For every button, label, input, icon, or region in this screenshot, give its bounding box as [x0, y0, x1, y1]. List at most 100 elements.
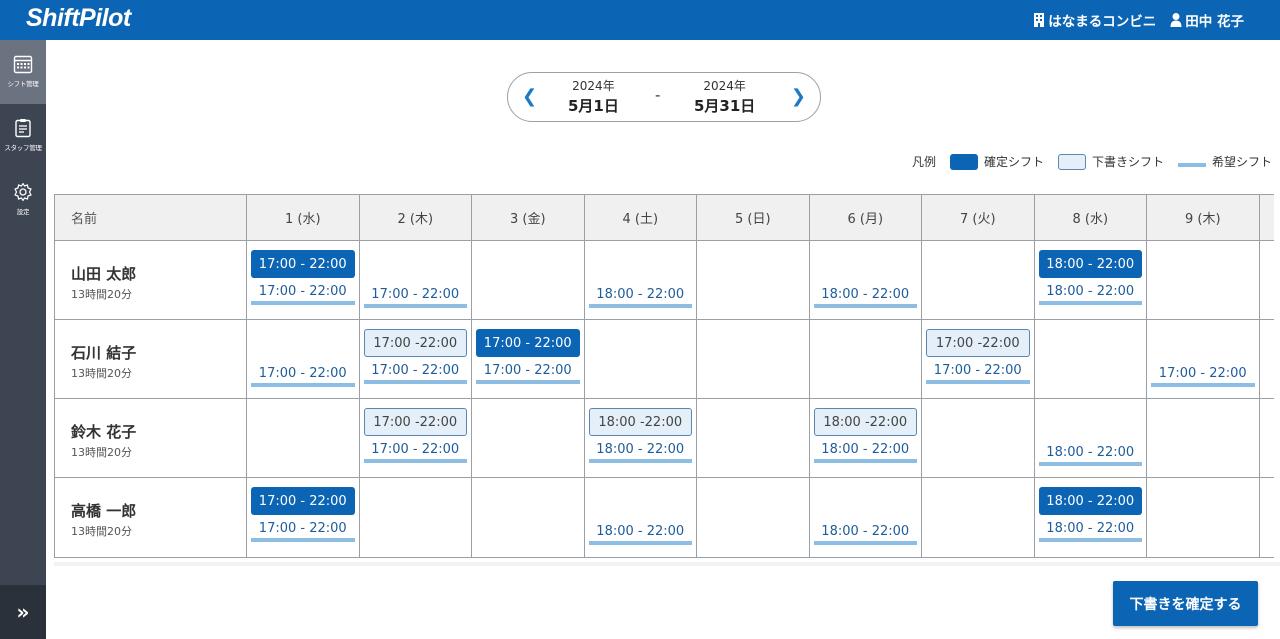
day-column-header: 9 (木): [1147, 195, 1260, 240]
wish-shift[interactable]: 18:00 - 22:00: [813, 284, 917, 308]
wish-shift[interactable]: 18:00 - 22:00: [813, 521, 917, 545]
shift-cell[interactable]: [1035, 320, 1147, 398]
staff-hours: 13時間20分: [71, 446, 132, 459]
shift-cell[interactable]: 17:00 -22:00 17:00 - 22:00: [360, 320, 472, 398]
shift-cell[interactable]: 17:00 -22:00 17:00 - 22:00: [360, 399, 472, 477]
shift-cell[interactable]: [697, 399, 810, 477]
shift-cell[interactable]: 17:00 - 22:00 17:00 - 22:00: [247, 241, 360, 319]
wish-shift[interactable]: 17:00 - 22:00: [476, 360, 580, 384]
shift-cell[interactable]: [472, 478, 585, 557]
wish-shift[interactable]: 17:00 - 22:00: [363, 360, 467, 384]
wish-shift[interactable]: 18:00 - 22:00: [1038, 281, 1142, 305]
confirmed-shift[interactable]: 17:00 - 22:00: [251, 250, 355, 278]
shift-cell[interactable]: [1147, 241, 1260, 319]
legend-draft-swatch: [1057, 153, 1086, 170]
shift-cell[interactable]: 17:00 - 22:00 17:00 - 22:00: [472, 320, 585, 398]
wish-shift[interactable]: 18:00 - 22:00: [1038, 442, 1142, 466]
building-icon: [1034, 13, 1045, 27]
shift-cell[interactable]: [1147, 399, 1260, 477]
header-right: はなまるコンビニ 田中 花子: [1033, 0, 1244, 40]
sidebar-item-label: シフト管理: [7, 80, 39, 88]
shift-cell[interactable]: 18:00 - 22:00: [810, 241, 922, 319]
store-selector[interactable]: はなまるコンビニ: [1033, 10, 1156, 30]
shift-cell[interactable]: 18:00 - 22:00: [1035, 399, 1147, 477]
shift-cell[interactable]: 17:00 - 22:00: [360, 241, 472, 319]
day-column-header: 5 (日): [697, 195, 810, 240]
shift-cell[interactable]: 17:00 - 22:00: [247, 320, 360, 398]
staff-name: 高橋 一郎: [71, 502, 137, 520]
shift-cell[interactable]: [585, 320, 697, 398]
sidebar-expand-button[interactable]: »: [0, 585, 46, 639]
shift-cell[interactable]: 18:00 -22:00 18:00 - 22:00: [585, 399, 697, 477]
confirmed-shift[interactable]: 17:00 - 22:00: [251, 487, 355, 515]
draft-shift[interactable]: 17:00 -22:00: [363, 408, 467, 436]
wish-shift[interactable]: 18:00 - 22:00: [588, 439, 692, 463]
shift-cell[interactable]: 17:00 - 22:00: [1147, 320, 1260, 398]
chevron-left-icon: ❮: [522, 86, 538, 107]
draft-shift[interactable]: 18:00 -22:00: [813, 408, 917, 436]
next-month-button[interactable]: ❯: [791, 86, 806, 107]
shift-cell[interactable]: [1260, 320, 1275, 398]
name-column-header: 名前: [55, 195, 247, 240]
wish-shift[interactable]: 17:00 - 22:00: [251, 363, 355, 387]
wish-shift[interactable]: 18:00 - 22:00: [588, 521, 692, 545]
shift-cell[interactable]: [360, 478, 472, 557]
staff-row: 山田 太郎 13時間20分 17:00 - 22:00 17:00 - 22:00 17…: [55, 241, 1274, 320]
wish-shift[interactable]: 17:00 - 22:00: [251, 518, 355, 542]
wish-shift[interactable]: 17:00 - 22:00: [251, 281, 355, 305]
confirmed-shift[interactable]: 18:00 - 22:00: [1038, 487, 1142, 515]
wish-shift[interactable]: 17:00 - 22:00: [926, 360, 1030, 384]
shift-cell[interactable]: [697, 320, 810, 398]
shift-cell[interactable]: 18:00 - 22:00: [810, 478, 922, 557]
confirmed-shift[interactable]: 17:00 - 22:00: [476, 329, 580, 357]
wish-shift[interactable]: 18:00 - 22:00: [1038, 518, 1142, 542]
shift-cell[interactable]: 18:00 - 22:00 18:00 - 22:00: [1035, 478, 1147, 557]
range-end: 2024年 5月31日: [694, 77, 755, 116]
day-column-header: 7 (火): [922, 195, 1035, 240]
wish-shift[interactable]: 17:00 - 22:00: [363, 284, 467, 308]
shift-cell[interactable]: 18:00 - 22:00: [585, 241, 697, 319]
wish-shift[interactable]: 18:00 - 22:00: [588, 284, 692, 308]
confirmed-shift[interactable]: 18:00 - 22:00: [1038, 250, 1142, 278]
shift-cell[interactable]: 18:00 -22:00 18:00 - 22:00: [810, 399, 922, 477]
staff-row: 鈴木 花子 13時間20分 17:00 -22:00 17:00 - 22:00 18:…: [55, 399, 1274, 478]
app-logo[interactable]: ShiftPilot: [26, 4, 131, 33]
shift-cell[interactable]: [472, 241, 585, 319]
user-menu[interactable]: 田中 花子: [1170, 10, 1244, 30]
legend-draft-label: 下書きシフト: [1091, 155, 1164, 169]
shift-cell[interactable]: [472, 399, 585, 477]
staff-name: 石川 結子: [71, 344, 137, 362]
shift-cell[interactable]: [922, 241, 1035, 319]
shift-cell[interactable]: 17:00 -22:00 17:00 - 22:00: [922, 320, 1035, 398]
shift-cell[interactable]: [922, 399, 1035, 477]
draft-shift[interactable]: 17:00 -22:00: [926, 329, 1030, 357]
staff-row: 石川 結子 13時間20分 17:00 - 22:00 17:00 -22:00 17:…: [55, 320, 1274, 399]
range-separator: -: [655, 86, 661, 104]
prev-month-button[interactable]: ❮: [522, 86, 537, 107]
wish-shift[interactable]: 18:00 - 22:00: [813, 439, 917, 463]
day-column-header: [1260, 195, 1275, 240]
shift-cell[interactable]: [922, 478, 1035, 557]
shift-cell[interactable]: [1260, 478, 1275, 557]
shift-cell[interactable]: [247, 399, 360, 477]
wish-shift[interactable]: 17:00 - 22:00: [363, 439, 467, 463]
sidebar-item-staff[interactable]: スタッフ管理: [0, 104, 46, 168]
shift-cell[interactable]: [810, 320, 922, 398]
shift-cell[interactable]: [1147, 478, 1260, 557]
staff-hours: 13時間20分: [71, 288, 132, 301]
sidebar-item-shift[interactable]: シフト管理: [0, 40, 46, 104]
wish-shift[interactable]: 17:00 - 22:00: [1151, 363, 1255, 387]
confirm-drafts-button[interactable]: 下書きを確定する: [1113, 581, 1258, 626]
draft-shift[interactable]: 18:00 -22:00: [588, 408, 692, 436]
clipboard-icon: [15, 119, 31, 138]
sidebar-item-settings[interactable]: 設定: [0, 168, 46, 232]
shift-cell[interactable]: 18:00 - 22:00: [585, 478, 697, 557]
shift-cell[interactable]: [1260, 399, 1275, 477]
shift-cell[interactable]: 18:00 - 22:00 18:00 - 22:00: [1035, 241, 1147, 319]
shift-cell[interactable]: 17:00 - 22:00 17:00 - 22:00: [247, 478, 360, 557]
shift-cell[interactable]: [1260, 241, 1275, 319]
shift-cell[interactable]: [697, 241, 810, 319]
shift-cell[interactable]: [697, 478, 810, 557]
staff-row: 高橋 一郎 13時間20分 17:00 - 22:00 17:00 - 22:00 18…: [55, 478, 1274, 557]
draft-shift[interactable]: 17:00 -22:00: [363, 329, 467, 357]
